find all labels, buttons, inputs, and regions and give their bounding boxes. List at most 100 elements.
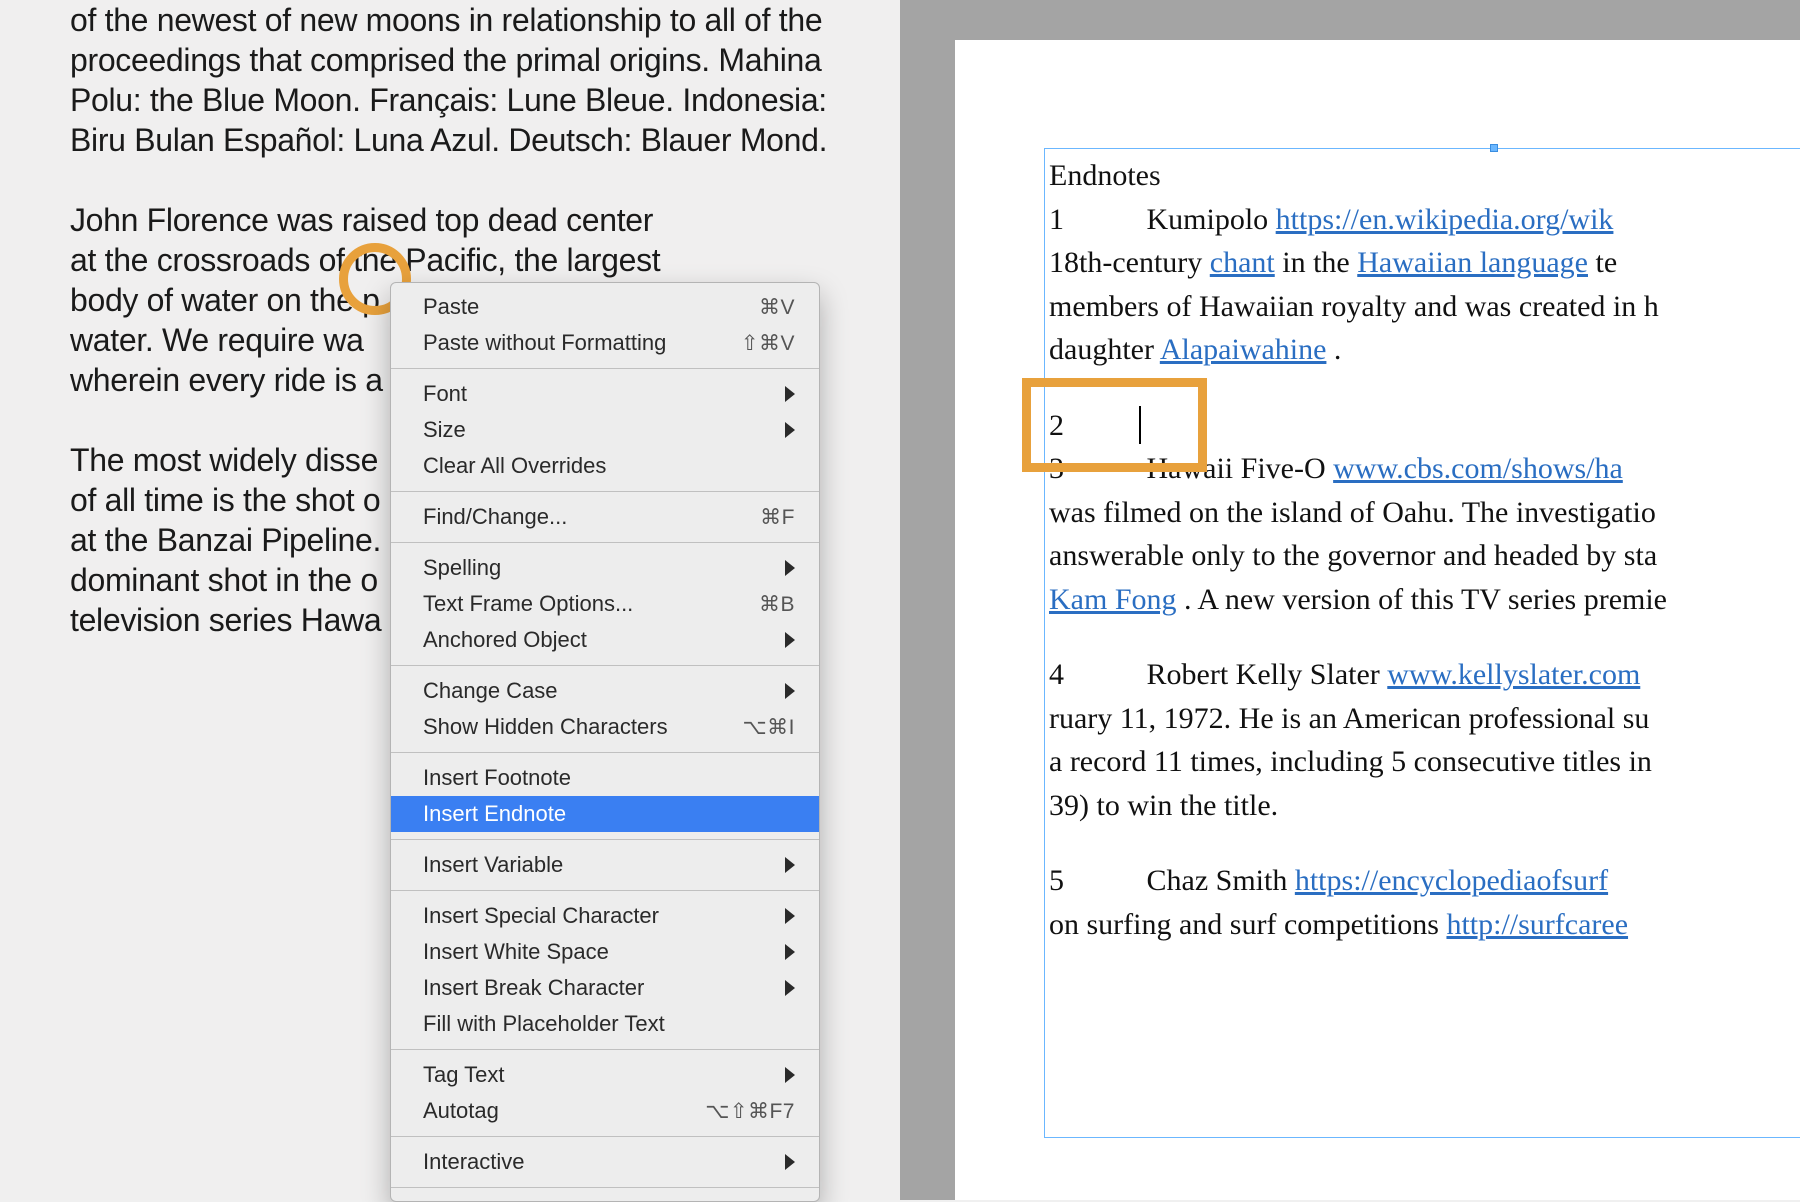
menu-item-label: Find/Change... — [423, 504, 760, 530]
menu-item-autotag[interactable]: Autotag ⌥⇧⌘F7 — [391, 1093, 819, 1129]
frame-handle[interactable] — [1490, 144, 1498, 152]
endnote-link[interactable]: Kam Fong — [1049, 583, 1177, 616]
menu-item-label: Clear All Overrides — [423, 453, 795, 479]
menu-item-clear-all-overrides[interactable]: Clear All Overrides — [391, 448, 819, 484]
menu-item-shortcut: ⌘F — [760, 505, 795, 530]
endnote-link[interactable]: https://en.wikipedia.org/wik — [1276, 203, 1614, 236]
submenu-arrow-icon — [785, 980, 795, 996]
endnote-link[interactable]: Alapaiwahine — [1160, 333, 1327, 366]
menu-item-fill-with-placeholder-text[interactable]: Fill with Placeholder Text — [391, 1006, 819, 1042]
endnote-continuation: on surfing and surf competitions http://… — [1049, 903, 1800, 947]
endnotes-text-frame[interactable]: Endnotes 1 Kumipolo https://en.wikipedia… — [1044, 148, 1800, 1138]
menu-item-size[interactable]: Size — [391, 412, 819, 448]
endnote-continuation: 39) to win the title. — [1049, 784, 1800, 828]
menu-item-show-hidden-characters[interactable]: Show Hidden Characters ⌥⌘I — [391, 709, 819, 745]
blank-line — [1049, 827, 1800, 859]
menu-item-interactive[interactable]: Interactive — [391, 1144, 819, 1180]
menu-item-paste[interactable]: Paste ⌘V — [391, 289, 819, 325]
endnote-continuation: daughter Alapaiwahine . — [1049, 328, 1800, 372]
menu-item-label: Size — [423, 417, 775, 443]
submenu-arrow-icon — [785, 386, 795, 402]
endnote-text: in the — [1282, 246, 1357, 279]
menu-item-change-case[interactable]: Change Case — [391, 673, 819, 709]
menu-item-label: Show Hidden Characters — [423, 714, 742, 740]
endnote-row: 3 Hawaii Five-O www.cbs.com/shows/ha — [1049, 447, 1800, 491]
menu-item-shortcut: ⇧⌘V — [741, 331, 795, 356]
endnote-text: on surfing and surf competitions — [1049, 908, 1446, 941]
body-line: at the crossroads of the Pacific, the la… — [70, 242, 660, 278]
submenu-arrow-icon — [785, 683, 795, 699]
endnote-number: 1 — [1049, 198, 1139, 242]
submenu-arrow-icon — [785, 857, 795, 873]
body-paragraph-1[interactable]: of the newest of new moons in relationsh… — [70, 0, 840, 160]
endnote-text: Chaz Smith — [1147, 864, 1295, 897]
endnote-link[interactable]: Hawaiian language — [1357, 246, 1588, 279]
endnote-text: Hawaii Five-O — [1147, 452, 1334, 485]
endnote-number: 5 — [1049, 859, 1139, 903]
menu-item-font[interactable]: Font — [391, 376, 819, 412]
menu-item-label: Insert Special Character — [423, 903, 775, 929]
submenu-arrow-icon — [785, 944, 795, 960]
menu-item-shortcut: ⌘B — [759, 592, 795, 617]
menu-separator — [391, 542, 819, 543]
menu-separator — [391, 890, 819, 891]
menu-item-insert-endnote[interactable]: Insert Endnote — [391, 796, 819, 832]
submenu-arrow-icon — [785, 422, 795, 438]
menu-item-label: Insert Footnote — [423, 765, 795, 791]
endnote-row: 4 Robert Kelly Slater www.kellyslater.co… — [1049, 653, 1800, 697]
menu-item-shortcut: ⌘V — [759, 295, 795, 320]
menu-item-label: Anchored Object — [423, 627, 775, 653]
endnote-text: . — [1334, 333, 1342, 366]
menu-item-label: Insert White Space — [423, 939, 775, 965]
menu-item-insert-special-character[interactable]: Insert Special Character — [391, 898, 819, 934]
endnote-continuation: Kam Fong . A new version of this TV seri… — [1049, 578, 1800, 622]
endnote-continuation: members of Hawaiian royalty and was crea… — [1049, 285, 1800, 329]
submenu-arrow-icon — [785, 560, 795, 576]
menu-separator — [391, 491, 819, 492]
menu-item-tag-text[interactable]: Tag Text — [391, 1057, 819, 1093]
body-line: body of water on the p — [70, 282, 380, 318]
menu-item-label: Tag Text — [423, 1062, 775, 1088]
pasteboard: Endnotes 1 Kumipolo https://en.wikipedia… — [900, 0, 1800, 1200]
endnote-link[interactable]: chant — [1210, 246, 1275, 279]
menu-item-insert-break-character[interactable]: Insert Break Character — [391, 970, 819, 1006]
menu-item-label: Autotag — [423, 1098, 705, 1124]
endnote-link[interactable]: https://encyclopediaofsurf — [1295, 864, 1608, 897]
endnote-row: 5 Chaz Smith https://encyclopediaofsurf — [1049, 859, 1800, 903]
endnote-link[interactable]: www.kellyslater.com — [1387, 658, 1640, 691]
endnote-text: Robert Kelly Slater — [1147, 658, 1388, 691]
menu-item-spelling[interactable]: Spelling — [391, 550, 819, 586]
endnotes-content[interactable]: Endnotes 1 Kumipolo https://en.wikipedia… — [1045, 149, 1800, 951]
menu-item-label: Spelling — [423, 555, 775, 581]
menu-item-label: Text Frame Options... — [423, 591, 759, 617]
blank-line — [1049, 372, 1800, 404]
menu-item-text-frame-options[interactable]: Text Frame Options... ⌘B — [391, 586, 819, 622]
body-line: water. We require wa — [70, 322, 364, 358]
menu-item-insert-variable[interactable]: Insert Variable — [391, 847, 819, 883]
endnote-continuation: 18th-century chant in the Hawaiian langu… — [1049, 241, 1800, 285]
endnote-text: te — [1595, 246, 1617, 279]
menu-item-insert-footnote[interactable]: Insert Footnote — [391, 760, 819, 796]
submenu-arrow-icon — [785, 1154, 795, 1170]
body-line: The most widely disse — [70, 442, 378, 478]
menu-separator — [391, 1136, 819, 1137]
endnote-link[interactable]: http://surfcaree — [1446, 908, 1628, 941]
endnote-text: . A new version of this TV series premie — [1184, 583, 1667, 616]
menu-item-label: Change Case — [423, 678, 775, 704]
body-line: at the Banzai Pipeline. — [70, 522, 381, 558]
menu-item-paste-without-formatting[interactable]: Paste without Formatting ⇧⌘V — [391, 325, 819, 361]
body-line: of all time is the shot o — [70, 482, 380, 518]
menu-item-insert-white-space[interactable]: Insert White Space — [391, 934, 819, 970]
body-line: television series Hawa — [70, 602, 381, 638]
menu-item-label: Font — [423, 381, 775, 407]
menu-separator — [391, 839, 819, 840]
blank-line — [1049, 621, 1800, 653]
menu-separator — [391, 368, 819, 369]
endnote-link[interactable]: www.cbs.com/shows/ha — [1333, 452, 1623, 485]
endnote-number: 4 — [1049, 653, 1139, 697]
menu-item-find-change[interactable]: Find/Change... ⌘F — [391, 499, 819, 535]
body-line: wherein every ride is a — [70, 362, 383, 398]
menu-item-anchored-object[interactable]: Anchored Object — [391, 622, 819, 658]
context-menu: Paste ⌘V Paste without Formatting ⇧⌘V Fo… — [390, 282, 820, 1202]
endnote-continuation: ruary 11, 1972. He is an American profes… — [1049, 697, 1800, 741]
